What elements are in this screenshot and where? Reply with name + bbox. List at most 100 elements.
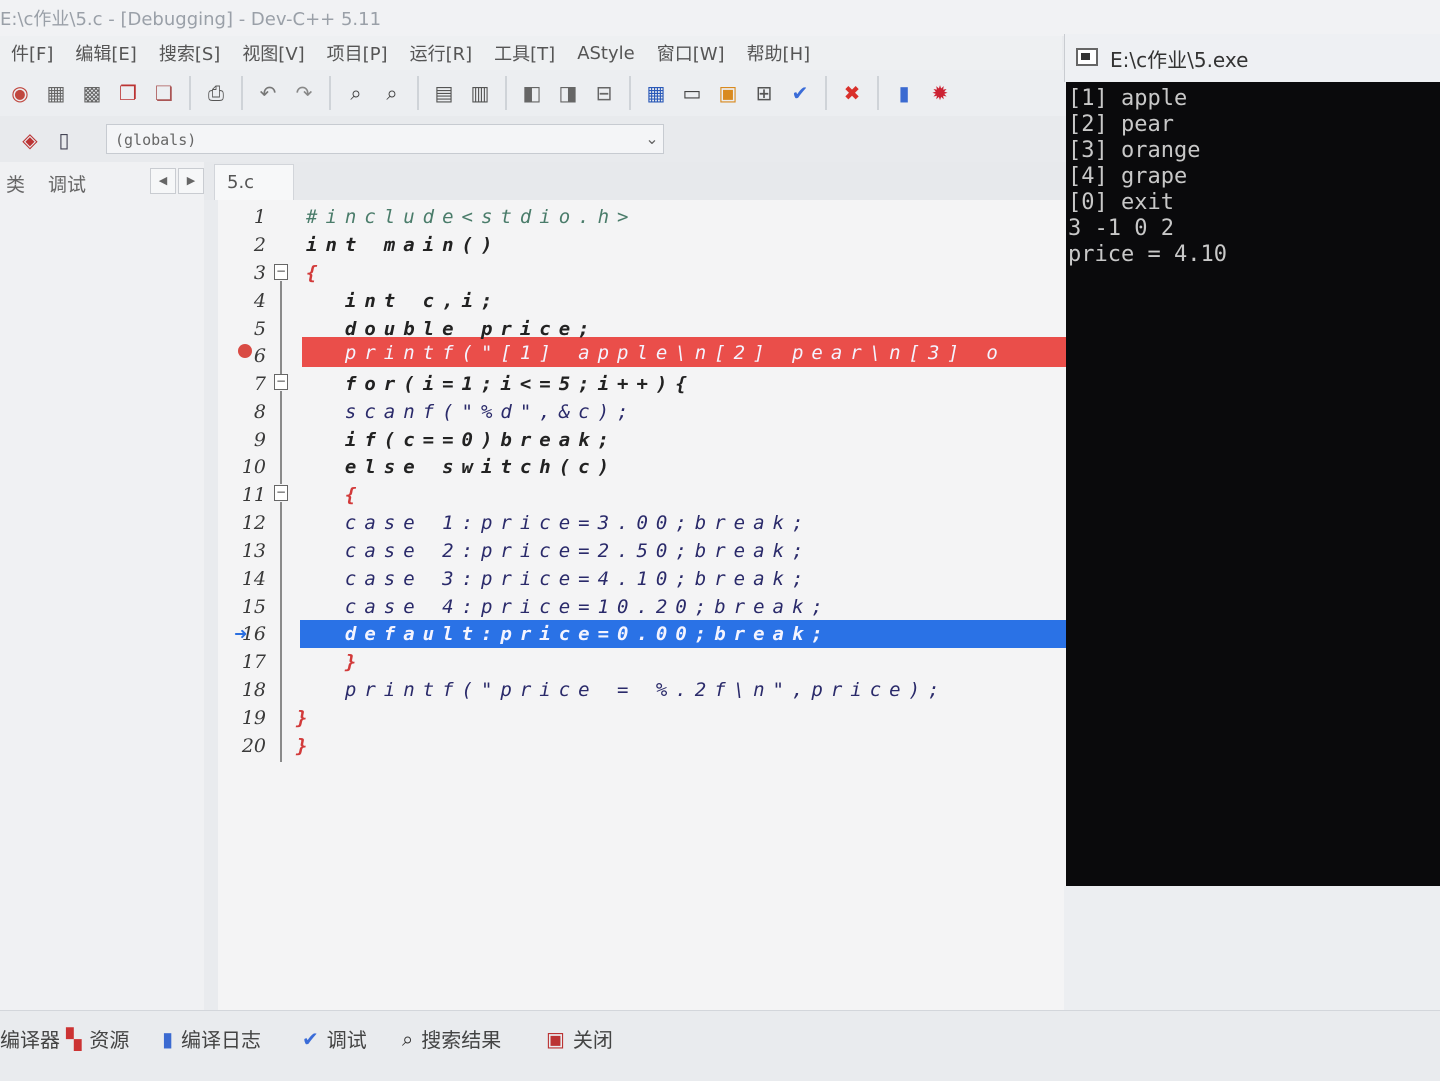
code-line: case 4:price=10.20;break; <box>306 596 831 618</box>
tab-debug-output[interactable]: ✔ 调试 <box>302 1024 367 1053</box>
line-number: 4 <box>253 290 266 312</box>
code-line: { <box>306 262 326 284</box>
tab-debug[interactable]: 调试 <box>48 170 86 197</box>
editor-tab-strip <box>204 162 1066 200</box>
line-number: 17 <box>241 651 266 673</box>
window-title-bar: E:\c作业\5.c - [Debugging] - Dev-C++ 5.11 <box>0 0 1440 36</box>
code-line-breakpoint: printf("[1] apple\n[2] pear\n[3] o <box>306 342 1006 364</box>
line-number: 14 <box>241 568 266 590</box>
page-icon[interactable]: ◧ <box>518 79 546 107</box>
menu-bar: 件[F] 编辑[E] 搜索[S] 视图[V] 项目[P] 运行[R] 工具[T]… <box>0 36 1062 70</box>
menu-astyle[interactable]: AStyle <box>566 43 646 64</box>
window-icon[interactable]: ▭ <box>678 79 706 107</box>
layout-icon[interactable]: ▤ <box>430 79 458 107</box>
code-line: #include<stdio.h> <box>306 206 637 228</box>
class-browser-icon[interactable]: ◈ <box>16 126 44 154</box>
menu-help[interactable]: 帮助[H] <box>736 40 822 66</box>
tab-file-5c[interactable]: 5.c <box>214 164 294 200</box>
console-line: [4] grape <box>1068 164 1188 189</box>
toolbar-separator <box>505 76 507 110</box>
toolbar-separator <box>329 76 331 110</box>
menu-search[interactable]: 搜索[S] <box>148 40 231 66</box>
line-number: 11 <box>241 484 266 506</box>
code-line: case 1:price=3.00;break; <box>306 512 812 534</box>
fold-guide <box>280 281 282 374</box>
search-icon: ⌕ <box>402 1026 414 1051</box>
code-line: int main() <box>306 234 501 256</box>
file-icon[interactable]: ▯ <box>50 126 78 154</box>
console-line: [2] pear <box>1068 112 1174 137</box>
line-number: 15 <box>241 596 266 618</box>
toolbar-separator <box>877 76 879 110</box>
menu-run[interactable]: 运行[R] <box>399 40 484 66</box>
console-app-icon <box>1076 48 1098 66</box>
code-line: } <box>296 735 316 757</box>
fold-toggle-icon[interactable]: − <box>274 485 288 501</box>
layout-icon[interactable]: ▥ <box>466 79 494 107</box>
menu-project[interactable]: 项目[P] <box>316 40 399 66</box>
print-icon[interactable]: ⎙ <box>202 79 230 107</box>
chart-icon[interactable]: ▮ <box>890 79 918 107</box>
code-line: double price; <box>306 318 598 340</box>
console-line: [3] orange <box>1068 138 1201 163</box>
chevron-down-icon[interactable]: ⌄ <box>640 124 664 154</box>
tab-compile-log[interactable]: ▮ 编译日志 <box>162 1024 261 1053</box>
globals-combobox[interactable]: (globals) <box>106 124 664 154</box>
close-icon[interactable]: ✖ <box>838 79 866 107</box>
line-number: 6 <box>253 345 266 367</box>
tab-debug-label: 调试 <box>326 1028 367 1052</box>
code-line: int c,i; <box>306 290 501 312</box>
check-icon: ✔ <box>302 1026 319 1051</box>
code-line: scanf("%d",&c); <box>306 401 637 423</box>
console-line: price = 4.10 <box>1068 242 1227 267</box>
code-line: case 2:price=2.50;break; <box>306 540 812 562</box>
fold-guide <box>280 391 282 484</box>
line-number: 3 <box>253 262 266 284</box>
code-line: printf("price = %.2f\n",price); <box>306 679 948 701</box>
stop-icon[interactable]: ◉ <box>6 79 34 107</box>
menu-edit[interactable]: 编辑[E] <box>64 40 147 66</box>
console-line: 3 -1 0 2 <box>1068 216 1174 241</box>
menu-file[interactable]: 件[F] <box>0 40 64 66</box>
tab-navigation: ◀ ▶ <box>150 168 206 194</box>
code-line: } <box>306 651 365 673</box>
tab-compiler[interactable]: 编译器 <box>0 1024 60 1053</box>
minus-icon[interactable]: ⊟ <box>590 79 618 107</box>
debug-icon[interactable]: ✹ <box>926 79 954 107</box>
replace-icon[interactable]: ⌕ <box>378 79 406 107</box>
grid-icon[interactable]: ▦ <box>42 79 70 107</box>
code-line-current: default:price=0.00;break; <box>306 623 831 645</box>
menu-view[interactable]: 视图[V] <box>231 40 315 66</box>
redo-icon[interactable]: ↷ <box>290 79 318 107</box>
copy-icon[interactable]: ❏ <box>150 79 178 107</box>
grid-icon[interactable]: ▩ <box>78 79 106 107</box>
arrow-right-icon[interactable]: ▶ <box>178 168 204 194</box>
search-icon[interactable]: ⌕ <box>342 79 370 107</box>
toolbar-separator <box>417 76 419 110</box>
fold-guide <box>280 502 282 762</box>
tiles-icon[interactable]: ⊞ <box>750 79 778 107</box>
toolbar-separator <box>189 76 191 110</box>
menu-tools[interactable]: 工具[T] <box>483 40 566 66</box>
code-line: for(i=1;i<=5;i++){ <box>306 373 695 395</box>
fold-toggle-icon[interactable]: − <box>274 264 288 280</box>
tab-search-results[interactable]: ⌕ 搜索结果 <box>402 1024 501 1053</box>
resources-icon: ▚ <box>66 1026 82 1051</box>
page-icon[interactable]: ◨ <box>554 79 582 107</box>
left-panel <box>0 162 204 1010</box>
copy-icon[interactable]: ❐ <box>114 79 142 107</box>
menu-window[interactable]: 窗口[W] <box>646 40 736 66</box>
tab-resources[interactable]: ▚ 资源 <box>66 1024 129 1053</box>
tab-close[interactable]: ▣ 关闭 <box>546 1024 613 1053</box>
grid-icon[interactable]: ▦ <box>642 79 670 107</box>
tab-compiler-label: 编译器 <box>0 1028 60 1052</box>
color-grid-icon[interactable]: ▣ <box>714 79 742 107</box>
fold-toggle-icon[interactable]: − <box>274 374 288 390</box>
line-number: 9 <box>253 429 266 451</box>
arrow-left-icon[interactable]: ◀ <box>150 168 176 194</box>
check-icon[interactable]: ✔ <box>786 79 814 107</box>
undo-icon[interactable]: ↶ <box>254 79 282 107</box>
tab-classes[interactable]: 类 <box>6 170 25 197</box>
console-title: E:\c作业\5.exe <box>1110 48 1249 72</box>
toolbar-separator <box>629 76 631 110</box>
